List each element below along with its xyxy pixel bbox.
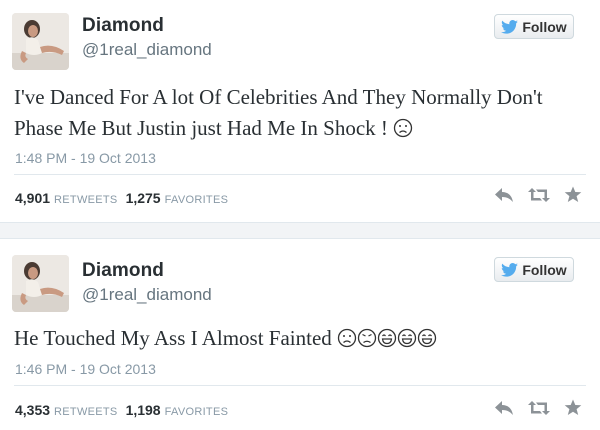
tweet-stats: 4,901 RETWEETS 1,275 FAVORITES (15, 190, 228, 206)
tweet-card: Diamond @1real_diamond Follow I've Dance… (0, 0, 600, 223)
follow-button[interactable]: Follow (494, 14, 574, 39)
laughing-face-icon (377, 328, 397, 348)
tweet-body: He Touched My Ass I Almost Fainted (14, 326, 332, 350)
favorite-star-icon[interactable] (564, 399, 582, 416)
tweet-stats: 4,353 RETWEETS 1,198 FAVORITES (15, 402, 228, 418)
tweet-text: He Touched My Ass I Almost Fainted (14, 323, 580, 354)
retweet-label: RETWEETS (54, 194, 118, 206)
favorite-label: FAVORITES (164, 406, 229, 418)
frowning-face-icon (394, 118, 413, 138)
user-handle[interactable]: @1real_diamond (82, 40, 212, 60)
tweet-card: Diamond @1real_diamond Follow He Touched… (0, 238, 600, 430)
bird-icon (501, 262, 519, 277)
timestamp[interactable]: 1:48 PM - 19 Oct 2013 (15, 150, 156, 166)
retweet-icon[interactable] (528, 187, 550, 203)
favorite-star-icon[interactable] (564, 186, 582, 203)
user-handle[interactable]: @1real_diamond (82, 285, 212, 305)
divider (14, 385, 586, 386)
reply-icon[interactable] (494, 187, 514, 203)
favorite-count[interactable]: 1,198 FAVORITES (126, 402, 229, 418)
favorite-label: FAVORITES (164, 194, 229, 206)
worried-face-icon (357, 328, 377, 348)
favorite-number: 1,275 (125, 190, 161, 206)
tweet-body: I've Danced For A lot Of Celebrities And… (14, 85, 543, 140)
timestamp[interactable]: 1:46 PM - 19 Oct 2013 (15, 361, 156, 377)
retweet-icon[interactable] (528, 400, 550, 416)
frowning-face-icon (337, 328, 357, 348)
avatar[interactable] (12, 255, 69, 312)
tweet-actions (494, 399, 582, 416)
retweet-label: RETWEETS (54, 406, 118, 418)
retweet-number: 4,901 (15, 190, 51, 206)
favorite-count[interactable]: 1,275 FAVORITES (126, 190, 229, 206)
tweet-text: I've Danced For A lot Of Celebrities And… (14, 82, 580, 144)
reply-icon[interactable] (494, 400, 514, 416)
retweet-count[interactable]: 4,353 RETWEETS (15, 402, 118, 418)
bird-icon (501, 19, 519, 34)
display-name[interactable]: Diamond (82, 15, 164, 37)
tweet-actions (494, 186, 582, 203)
follow-button[interactable]: Follow (494, 257, 574, 282)
avatar[interactable] (12, 13, 69, 70)
follow-label: Follow (522, 18, 567, 35)
favorite-number: 1,198 (125, 402, 161, 418)
retweet-number: 4,353 (15, 402, 51, 418)
laughing-face-icon (417, 328, 437, 348)
divider (14, 174, 586, 175)
laughing-face-icon (397, 328, 417, 348)
tweet-list: Diamond @1real_diamond Follow I've Dance… (0, 0, 600, 430)
tweet-separator (0, 223, 600, 238)
display-name[interactable]: Diamond (82, 260, 164, 282)
retweet-count[interactable]: 4,901 RETWEETS (15, 190, 118, 206)
follow-label: Follow (522, 261, 567, 278)
